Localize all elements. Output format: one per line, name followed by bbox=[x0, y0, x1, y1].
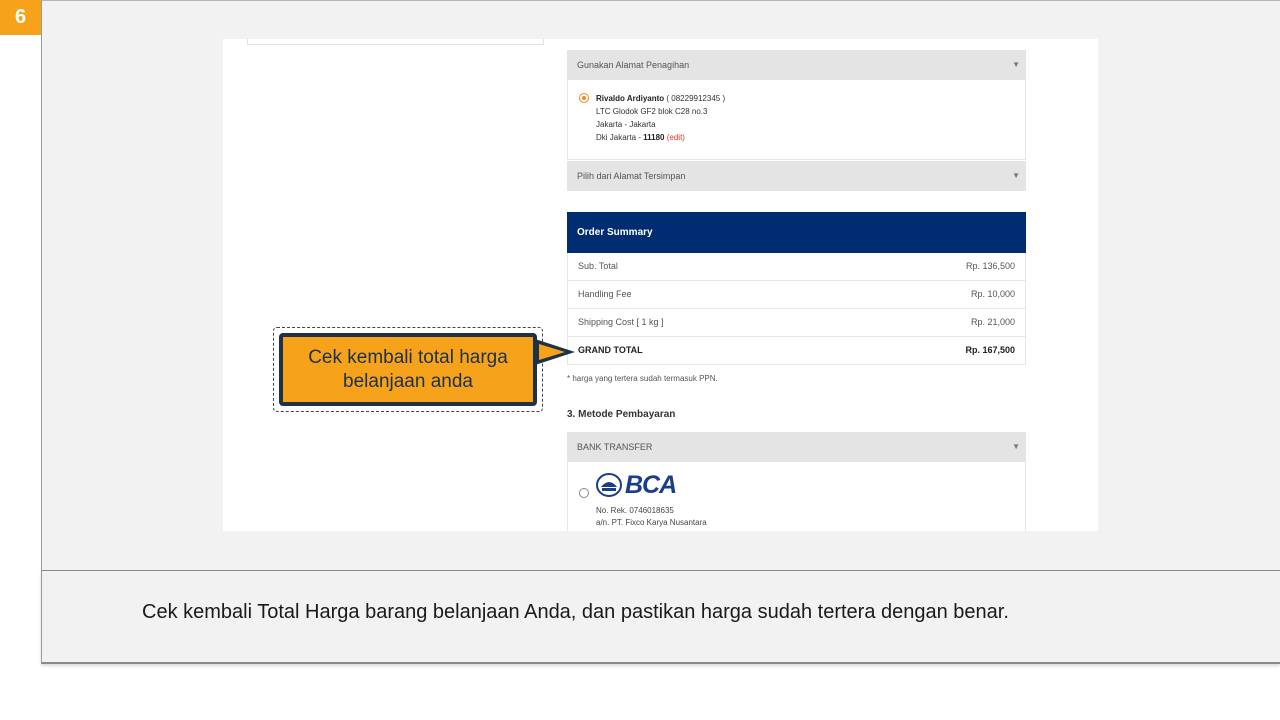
callout-text-line1: Cek kembali total harga bbox=[308, 347, 508, 368]
callout-box: Cek kembali total harga belanjaan anda bbox=[279, 333, 537, 406]
payment-method-dropdown-label: BANK TRANSFER bbox=[577, 442, 653, 452]
bank-radio[interactable] bbox=[579, 488, 589, 498]
billing-address-dropdown-label: Gunakan Alamat Penagihan bbox=[577, 60, 690, 70]
address-details: Rivaldo Ardiyanto ( 08229912345 ) LTC Gl… bbox=[596, 92, 725, 144]
address-name: Rivaldo Ardiyanto bbox=[596, 94, 665, 103]
bank-account-number: No. Rek. 0746018635 bbox=[596, 506, 674, 515]
order-row-label: Sub. Total bbox=[578, 261, 618, 271]
checkout-screen: Gunakan Alamat Penagihan ▼ Rivaldo Ardiy… bbox=[223, 39, 1098, 531]
bank-account-holder: a/n. PT. Fixco Karya Nusantara bbox=[596, 518, 707, 527]
order-row-grand-total: GRAND TOTAL Rp. 167,500 bbox=[567, 337, 1026, 365]
address-postcode: 11180 bbox=[643, 133, 665, 142]
order-row-value: Rp. 167,500 bbox=[965, 345, 1015, 355]
chevron-down-icon: ▼ bbox=[1012, 60, 1020, 69]
address-radio[interactable] bbox=[579, 93, 589, 103]
order-summary-header: Order Summary bbox=[567, 212, 1026, 253]
order-row-value: Rp. 136,500 bbox=[965, 261, 1015, 271]
bca-logo-text: BCA bbox=[625, 470, 677, 499]
order-row-value: Rp. 21,000 bbox=[970, 317, 1015, 327]
order-row-value: Rp. 10,000 bbox=[970, 289, 1015, 299]
bca-emblem-icon bbox=[596, 473, 622, 497]
callout-arrow-icon bbox=[535, 339, 575, 365]
order-row-label: Shipping Cost [ 1 kg ] bbox=[578, 317, 664, 327]
order-row-subtotal: Sub. Total Rp. 136,500 bbox=[567, 253, 1026, 281]
order-row-shipping-cost: Shipping Cost [ 1 kg ] Rp. 21,000 bbox=[567, 309, 1026, 337]
ppn-note: * harga yang tertera sudah termasuk PPN. bbox=[567, 374, 718, 383]
edit-address-link[interactable]: (edit) bbox=[667, 133, 685, 142]
bank-option-card: BCA No. Rek. 0746018635 a/n. PT. Fixco K… bbox=[567, 462, 1026, 531]
address-city: Jakarta - Jakarta bbox=[596, 120, 656, 129]
saved-address-dropdown-label: Pilih dari Alamat Tersimpan bbox=[577, 171, 686, 181]
payment-method-dropdown[interactable]: BANK TRANSFER ▼ bbox=[567, 432, 1026, 462]
order-row-handling-fee: Handling Fee Rp. 10,000 bbox=[567, 281, 1026, 309]
left-panel-stub bbox=[247, 39, 544, 45]
billing-address-dropdown[interactable]: Gunakan Alamat Penagihan ▼ bbox=[567, 50, 1026, 80]
step-number-badge: 6 bbox=[0, 0, 41, 35]
saved-address-dropdown[interactable]: Pilih dari Alamat Tersimpan ▼ bbox=[567, 161, 1026, 191]
chevron-down-icon: ▼ bbox=[1012, 171, 1020, 180]
caption-text: Cek kembali Total Harga barang belanjaan… bbox=[142, 601, 1009, 623]
callout-text-line2: belanjaan anda bbox=[343, 371, 473, 392]
bca-logo: BCA bbox=[596, 470, 677, 499]
bank-details: No. Rek. 0746018635 a/n. PT. Fixco Karya… bbox=[596, 505, 707, 529]
address-region: Dki Jakarta - bbox=[596, 133, 644, 142]
payment-method-title: 3. Metode Pembayaran bbox=[567, 409, 676, 420]
chevron-down-icon: ▼ bbox=[1012, 442, 1020, 451]
address-street: LTC Glodok GF2 blok C28 no.3 bbox=[596, 107, 708, 116]
order-row-label: Handling Fee bbox=[578, 289, 632, 299]
caption-bar: Cek kembali Total Harga barang belanjaan… bbox=[41, 571, 1280, 664]
address-phone: ( 08229912345 ) bbox=[666, 94, 726, 103]
order-row-label: GRAND TOTAL bbox=[578, 345, 643, 355]
address-card: Rivaldo Ardiyanto ( 08229912345 ) LTC Gl… bbox=[567, 80, 1026, 160]
